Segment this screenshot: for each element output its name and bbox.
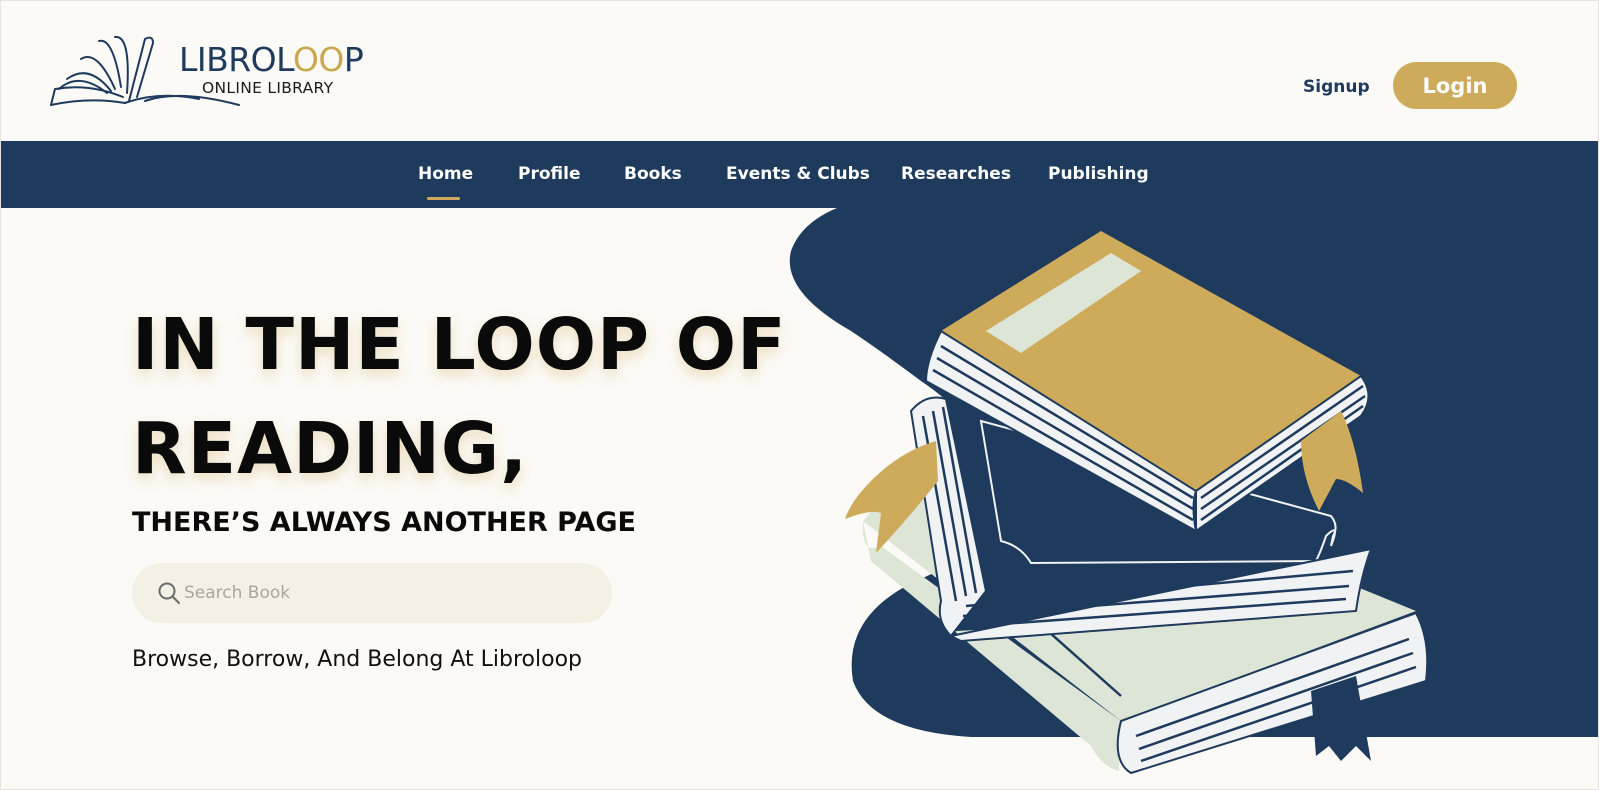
nav-active-indicator (427, 197, 460, 200)
nav-item-books[interactable]: Books (624, 164, 682, 184)
site-header: LIBROLOOP ONLINE LIBRARY Signup Login (1, 1, 1598, 141)
brand-name: LIBROLOOP (179, 40, 364, 79)
main-nav: Home Profile Books Events & Clubs Resear… (1, 141, 1598, 208)
brand-logo[interactable]: LIBROLOOP ONLINE LIBRARY (49, 31, 389, 111)
login-button[interactable]: Login (1393, 62, 1517, 109)
brand-tagline: ONLINE LIBRARY (202, 79, 334, 97)
hero-subheadline: THERE’S ALWAYS ANOTHER PAGE (132, 507, 636, 538)
nav-item-home[interactable]: Home (418, 164, 473, 184)
search-icon[interactable] (157, 581, 181, 605)
nav-item-profile[interactable]: Profile (518, 164, 580, 184)
nav-item-events-clubs[interactable]: Events & Clubs (726, 164, 870, 184)
nav-item-researches[interactable]: Researches (901, 164, 1011, 184)
search-bar (132, 563, 612, 623)
signup-link[interactable]: Signup (1303, 77, 1370, 97)
hero-tagline: Browse, Borrow, And Belong At Libroloop (132, 647, 582, 672)
hero-headline-line1: IN THE LOOP OF (132, 303, 787, 386)
hero-headline: IN THE LOOP OF READING, (132, 293, 787, 501)
page: LIBROLOOP ONLINE LIBRARY Signup Login Ho… (0, 0, 1599, 790)
nav-item-publishing[interactable]: Publishing (1048, 164, 1149, 184)
hero-headline-line2: READING, (132, 407, 529, 490)
search-input[interactable] (184, 575, 584, 611)
